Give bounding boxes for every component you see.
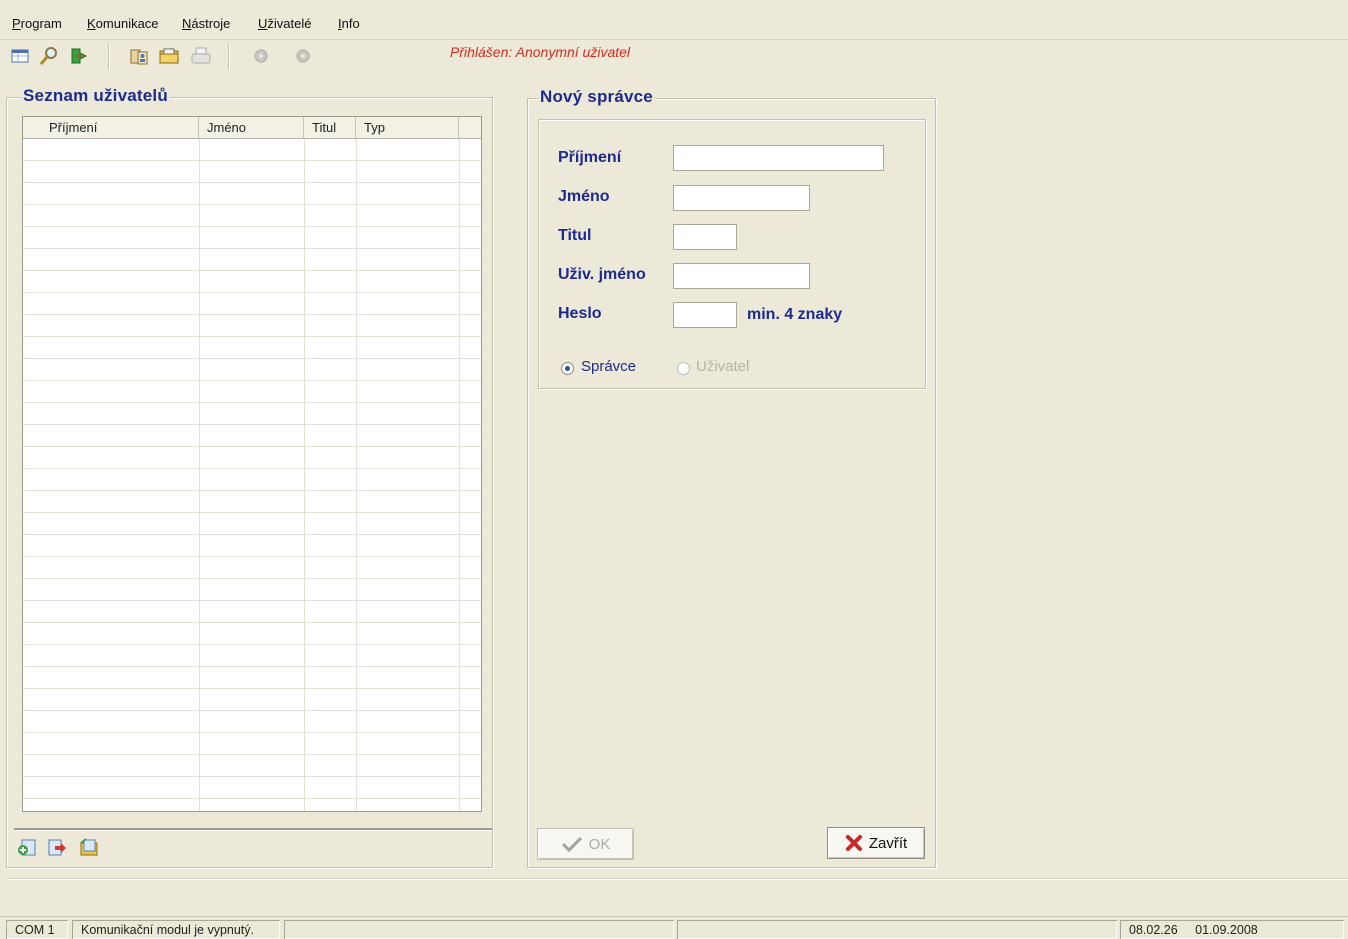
add-user-icon[interactable] (16, 836, 38, 858)
status-port: COM 1 (6, 920, 68, 939)
close-icon (845, 835, 862, 851)
firstname-field[interactable] (673, 185, 810, 211)
disc-icon (292, 45, 314, 67)
password-hint: min. 4 znaky (747, 306, 843, 323)
users-icon[interactable] (128, 45, 150, 67)
close-button-label: Zavřít (868, 834, 908, 852)
title-label: Titul (558, 227, 592, 244)
column-header-title[interactable]: Titul (304, 117, 356, 139)
username-field[interactable] (673, 263, 810, 289)
status-date: 01.09.2008 (1195, 923, 1258, 937)
user-table-body[interactable] (23, 139, 481, 811)
ok-button: OK (537, 828, 634, 860)
role-admin-radio[interactable] (561, 362, 574, 375)
table-icon[interactable] (10, 45, 32, 67)
open-folder-icon[interactable] (78, 836, 100, 858)
user-list-title: Seznam uživatelů (21, 86, 170, 106)
user-table-header: Příjmení Jméno Titul Typ (23, 117, 481, 139)
firstname-label: Jméno (558, 188, 610, 205)
column-header-firstname[interactable]: Jméno (199, 117, 304, 139)
export-icon[interactable] (46, 836, 68, 858)
menu-info[interactable]: Info (338, 16, 360, 31)
column-header-type[interactable]: Typ (356, 117, 459, 139)
menu-uzivatele[interactable]: Uživatelé (258, 16, 311, 31)
separator (6, 878, 1348, 879)
status-time: 08.02.26 (1129, 923, 1178, 937)
status-datetime: 08.02.26 01.09.2008 (1120, 920, 1344, 939)
title-field[interactable] (673, 224, 737, 250)
close-button[interactable]: Zavřít (827, 827, 925, 859)
menu-bar: Program Komunikace Nástroje Uživatelé In… (0, 0, 1348, 40)
status-empty-2 (677, 920, 1117, 939)
username-label: Uživ. jméno (558, 266, 646, 283)
login-status: Přihlášen: Anonymní uživatel (450, 44, 631, 60)
divider (14, 828, 492, 830)
exit-icon[interactable] (68, 45, 90, 67)
password-field[interactable] (673, 302, 737, 328)
print-icon (190, 45, 212, 67)
password-label: Heslo (558, 305, 602, 322)
checkmark-icon (561, 836, 582, 853)
role-user-label: Uživatel (696, 358, 750, 375)
disc-icon (250, 45, 272, 67)
column-header-surname[interactable]: Příjmení (23, 117, 199, 139)
new-admin-title: Nový správce (538, 87, 655, 107)
role-user-radio (677, 362, 690, 375)
menu-program[interactable]: Program (12, 16, 62, 31)
menu-nastroje[interactable]: Nástroje (182, 16, 230, 31)
surname-label: Příjmení (558, 149, 622, 166)
ok-button-label: OK (588, 835, 611, 853)
user-table[interactable]: Příjmení Jméno Titul Typ (22, 116, 482, 812)
menu-komunikace[interactable]: Komunikace (87, 16, 159, 31)
surname-field[interactable] (673, 145, 884, 171)
search-icon[interactable] (38, 45, 60, 67)
status-message: Komunikační modul je vypnutý. (72, 920, 280, 939)
folder-icon[interactable] (158, 45, 180, 67)
role-admin-label[interactable]: Správce (581, 358, 636, 375)
status-empty-1 (284, 920, 674, 939)
status-bar: COM 1 Komunikační modul je vypnutý. 08.0… (0, 916, 1348, 939)
toolbar: Přihlášen: Anonymní uživatel (0, 40, 1348, 74)
